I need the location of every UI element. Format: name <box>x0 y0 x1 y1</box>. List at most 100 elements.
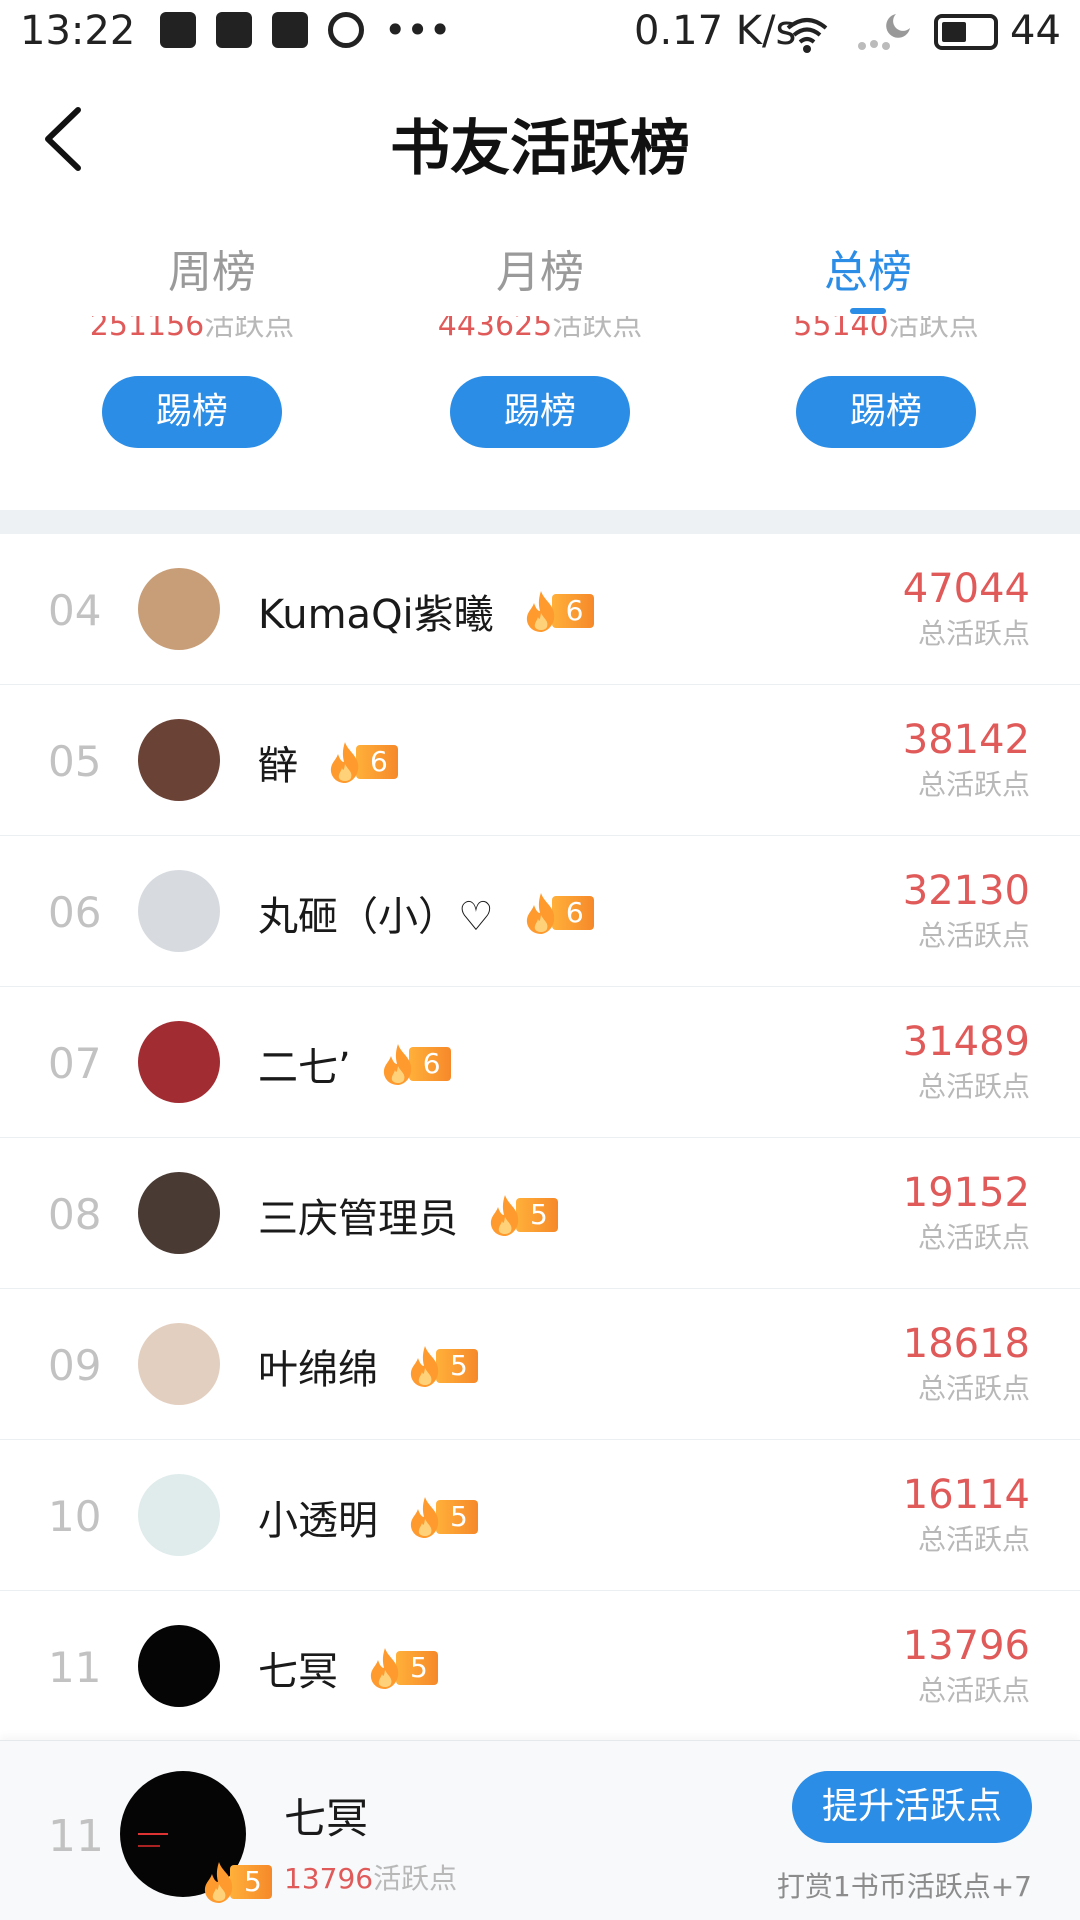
score-block: 31489 总活跃点 <box>903 1017 1030 1107</box>
rank-number: 05 <box>48 737 102 786</box>
flame-icon <box>383 1044 411 1085</box>
avatar[interactable] <box>138 1021 220 1103</box>
flame-icon <box>526 893 555 934</box>
level-badge: 6 <box>326 742 398 783</box>
tab-monthly[interactable]: 月榜 <box>440 236 640 300</box>
total-points: 18618 <box>902 1321 1030 1367</box>
podium-points: 55140活跃点 <box>793 316 979 342</box>
ranking-row[interactable]: 08 三庆管理员 5 19152 总活跃点 <box>0 1138 1080 1289</box>
boost-activity-button[interactable]: 提升活跃点 <box>792 1771 1032 1843</box>
my-name: 七冥 <box>284 1794 369 1843</box>
avatar[interactable] <box>138 1625 220 1707</box>
ranking-row[interactable]: 10 小透明 5 16114 总活跃点 <box>0 1440 1080 1591</box>
rank-number: 11 <box>48 1643 102 1692</box>
flame-icon <box>204 1862 233 1903</box>
status-time: 13:22 <box>20 8 136 54</box>
level-badge: 6 <box>379 1044 451 1085</box>
reward-note: 打赏1书币活跃点+7 <box>776 1870 1032 1903</box>
avatar[interactable] <box>138 1474 220 1556</box>
total-points: 19152 <box>902 1170 1030 1216</box>
user-name: 二七’ <box>258 1045 351 1091</box>
user-name: KumaQi紫曦 <box>258 592 494 638</box>
score-block: 19152 总活跃点 <box>903 1168 1030 1258</box>
night-mode-icon <box>858 14 910 50</box>
total-points-label: 总活跃点 <box>917 768 1030 801</box>
my-rank-number: 11 <box>48 1811 104 1862</box>
ranking-row[interactable]: 06 丸砸（小）♡ 6 32130 总活跃点 <box>0 836 1080 987</box>
ranking-row[interactable]: 04 KumaQi紫曦 6 47044 总活跃点 <box>0 534 1080 685</box>
total-points: 32130 <box>902 868 1030 914</box>
avatar[interactable] <box>138 568 220 650</box>
rank-number: 06 <box>48 888 102 937</box>
score-block: 32130 总活跃点 <box>903 866 1030 956</box>
level-badge: 5 <box>406 1346 478 1387</box>
user-name: 七冥 <box>258 1649 338 1695</box>
flame-icon <box>410 1497 439 1538</box>
score-block: 18618 总活跃点 <box>903 1319 1030 1409</box>
podium-points: 251156活跃点 <box>89 316 295 342</box>
total-points-label: 总活跃点 <box>917 1674 1030 1707</box>
top-three-podium: 251156活跃点 踢榜 443625活跃点 踢榜 55140活跃点 踢榜 <box>0 316 1080 506</box>
score-block: 47044 总活跃点 <box>903 564 1030 654</box>
tab-weekly[interactable]: 周榜 <box>112 236 312 300</box>
my-points: 13796活跃点 <box>284 1862 458 1895</box>
total-points-label: 总活跃点 <box>917 1523 1030 1556</box>
podium-item: 55140活跃点 踢榜 <box>746 316 1026 448</box>
rank-number: 08 <box>48 1190 102 1239</box>
rank-number: 07 <box>48 1039 102 1088</box>
kick-button[interactable]: 踢榜 <box>796 376 976 448</box>
rank-number: 04 <box>48 586 102 635</box>
podium-item: 443625活跃点 踢榜 <box>400 316 680 448</box>
more-dots-icon: ••• <box>384 8 452 52</box>
image-icon <box>272 12 308 48</box>
total-points: 13796 <box>902 1623 1030 1669</box>
total-points: 16114 <box>902 1472 1030 1518</box>
total-points: 47044 <box>902 566 1030 612</box>
avatar[interactable] <box>138 1172 220 1254</box>
podium-points: 443625活跃点 <box>437 316 643 342</box>
flame-icon <box>410 1346 439 1387</box>
ranking-row[interactable]: 07 二七’ 6 31489 总活跃点 <box>0 987 1080 1138</box>
tab-active-indicator <box>850 308 886 314</box>
rank-number: 10 <box>48 1492 102 1541</box>
level-badge: 5 <box>486 1195 558 1236</box>
my-level-badge: 5 <box>200 1862 272 1903</box>
section-divider <box>0 510 1080 534</box>
user-name: 三庆管理员 <box>258 1196 458 1242</box>
name-group: 丸砸（小）♡ 6 <box>258 884 594 942</box>
name-group: 辥6 <box>258 733 398 791</box>
name-group: 七冥 5 <box>258 1639 438 1697</box>
kick-button[interactable]: 踢榜 <box>450 376 630 448</box>
user-name: 叶绵绵 <box>258 1347 378 1393</box>
avatar[interactable] <box>138 870 220 952</box>
total-points-label: 总活跃点 <box>917 617 1030 650</box>
status-bar: 13:22 ••• 0.17 K/s 44 <box>0 0 1080 66</box>
score-block: 16114 总活跃点 <box>903 1470 1030 1560</box>
user-name: 小透明 <box>258 1498 378 1544</box>
total-points: 31489 <box>902 1019 1030 1065</box>
name-group: 二七’ 6 <box>258 1035 451 1093</box>
podium-item: 251156活跃点 踢榜 <box>52 316 332 448</box>
ranking-row[interactable]: 05 辥 6 38142 总活跃点 <box>0 685 1080 836</box>
ranking-tabs: 周榜 月榜 总榜 <box>0 236 1080 316</box>
avatar[interactable] <box>138 1323 220 1405</box>
ranking-list: 04 KumaQi紫曦 6 47044 总活跃点 05 辥 6 38142 总活跃点 06 丸砸（小）… <box>0 534 1080 1742</box>
flame-icon <box>526 591 554 632</box>
total-points-label: 总活跃点 <box>917 919 1030 952</box>
kick-button[interactable]: 踢榜 <box>102 376 282 448</box>
level-badge: 5 <box>366 1648 438 1689</box>
ranking-row[interactable]: 11 七冥 5 13796 总活跃点 <box>0 1591 1080 1742</box>
pause-icon <box>328 12 364 48</box>
network-speed: 0.17 K/s <box>634 8 797 54</box>
header: 书友活跃榜 <box>0 66 1080 216</box>
level-badge: 6 <box>522 591 594 632</box>
avatar[interactable] <box>138 719 220 801</box>
tab-total[interactable]: 总榜 <box>768 236 968 300</box>
ranking-row[interactable]: 09 叶绵绵 5 18618 总活跃点 <box>0 1289 1080 1440</box>
flame-icon <box>490 1195 519 1236</box>
name-group: KumaQi紫曦 6 <box>258 582 594 640</box>
name-group: 叶绵绵 5 <box>258 1337 478 1395</box>
user-name: 丸砸（小）♡ <box>258 894 494 940</box>
status-notification-icons: ••• <box>160 8 452 52</box>
total-points-label: 总活跃点 <box>917 1372 1030 1405</box>
